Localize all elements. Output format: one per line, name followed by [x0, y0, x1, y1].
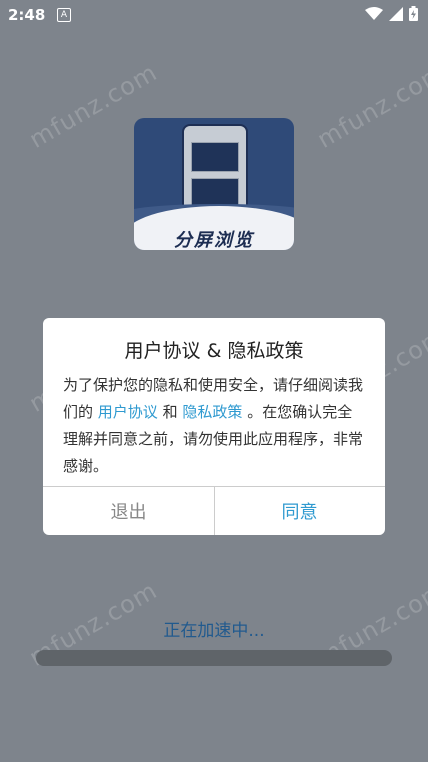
status-time: 2:48: [8, 6, 46, 24]
app-logo: 分屏浏览: [134, 118, 294, 250]
status-bar: 2:48 A: [0, 0, 428, 30]
privacy-dialog: 用户协议 & 隐私政策 为了保护您的隐私和使用安全，请仔细阅读我们的 用户协议 …: [43, 318, 385, 535]
signal-icon: [389, 6, 403, 21]
loading-progress-bar: [36, 650, 392, 666]
app-brand-name: 分屏浏览: [174, 230, 254, 250]
status-icons: [365, 6, 418, 21]
watermark: mfunz.com: [312, 58, 428, 154]
exit-button[interactable]: 退出: [43, 487, 214, 535]
wifi-icon: [365, 6, 383, 20]
split-screen-top: [191, 142, 239, 172]
user-agreement-link[interactable]: 用户协议: [98, 403, 158, 421]
dialog-body: 为了保护您的隐私和使用安全，请仔细阅读我们的 用户协议 和 隐私政策 。在您确认…: [63, 372, 367, 480]
dialog-title: 用户协议 & 隐私政策: [124, 340, 304, 362]
a-badge-icon: A: [57, 8, 71, 22]
privacy-policy-link[interactable]: 隐私政策: [182, 403, 242, 421]
dialog-and-text: 和: [162, 403, 178, 421]
battery-icon: [409, 6, 418, 21]
loading-text: 正在加速中...: [163, 621, 265, 641]
agree-button[interactable]: 同意: [214, 487, 385, 535]
